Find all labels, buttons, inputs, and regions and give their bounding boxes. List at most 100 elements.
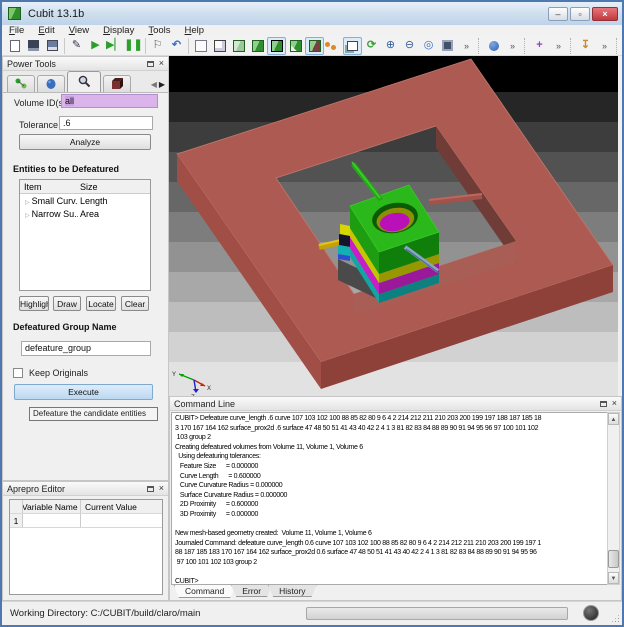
- boundary-overflow-chevron[interactable]: »: [595, 37, 614, 55]
- view-composite-icon[interactable]: [305, 37, 324, 55]
- menu-help[interactable]: Help: [178, 25, 212, 36]
- float-panel-icon[interactable]: [147, 486, 154, 492]
- view-wireframe-icon[interactable]: [191, 37, 210, 55]
- vertex-overflow-chevron[interactable]: »: [549, 37, 568, 55]
- tab-error[interactable]: Error: [231, 585, 272, 597]
- minimize-button[interactable]: –: [548, 7, 568, 21]
- draw-button[interactable]: Draw: [53, 296, 81, 311]
- entities-heading: Entities to be Defeatured: [13, 164, 119, 174]
- close-button[interactable]: ×: [592, 7, 618, 21]
- view-cutaway-icon[interactable]: [286, 37, 305, 55]
- tree-row-narrow-surfaces[interactable]: ▷Narrow Su... Area: [20, 207, 150, 220]
- scroll-up-icon[interactable]: ▲: [608, 413, 619, 425]
- tile-windows-icon[interactable]: [343, 37, 362, 55]
- tolerance-value: .6: [63, 118, 71, 128]
- float-panel-icon[interactable]: [600, 401, 607, 407]
- aprepro-row-1[interactable]: 1: [10, 514, 162, 528]
- resize-grip-icon[interactable]: [618, 621, 619, 622]
- tab-itm-wizard[interactable]: [103, 75, 131, 92]
- progress-bar: [306, 607, 568, 620]
- tab-scroll-left-icon[interactable]: ◀: [151, 80, 157, 89]
- tolerance-field[interactable]: .6: [59, 116, 153, 130]
- expander-icon[interactable]: ▷: [25, 213, 30, 219]
- save-icon[interactable]: [43, 37, 62, 55]
- axis-label-y: Y: [172, 372, 176, 378]
- view-transparent-icon[interactable]: [229, 37, 248, 55]
- view-shaded-edges-icon[interactable]: [267, 37, 286, 55]
- close-panel-icon[interactable]: ×: [159, 484, 164, 493]
- aprepro-table[interactable]: Variable Name Current Value 1: [9, 499, 163, 595]
- tab-scroll-right-icon[interactable]: ▶: [159, 80, 165, 89]
- refresh-graphics-icon[interactable]: ⟳: [362, 37, 381, 55]
- volume-ids-value: all: [65, 96, 74, 106]
- zoom-in-icon[interactable]: ⊕: [381, 37, 400, 55]
- open-journal-icon[interactable]: [24, 37, 43, 55]
- analyze-button[interactable]: Analyze: [19, 134, 151, 150]
- menu-edit[interactable]: Edit: [31, 25, 61, 36]
- keep-originals-checkbox[interactable]: [13, 368, 23, 378]
- axis-label-x: X: [207, 386, 211, 392]
- navigate-icon[interactable]: ◎: [419, 37, 438, 55]
- tab-command[interactable]: Command: [174, 585, 235, 598]
- aprepro-panel: Aprepro Editor × Variable Name Current V…: [2, 481, 169, 601]
- geometry-toolbar-icon[interactable]: [484, 37, 503, 55]
- green-rod: [352, 162, 381, 200]
- variable-name-cell[interactable]: [23, 514, 81, 527]
- menu-bar: File Edit View Display Tools Help: [2, 25, 622, 36]
- console-output[interactable]: CUBIT> Defeature curve_length .6 curve 1…: [171, 412, 608, 585]
- power-tools-header: Power Tools ×: [3, 57, 168, 71]
- clear-button[interactable]: Clear: [121, 296, 149, 311]
- close-panel-icon[interactable]: ×: [612, 399, 617, 408]
- view-hidden-line-icon[interactable]: [210, 37, 229, 55]
- tree-row-small-curves[interactable]: ▷Small Curv... Length: [20, 194, 150, 207]
- expander-icon[interactable]: ▷: [25, 200, 30, 206]
- flag-icon[interactable]: ⚐: [148, 37, 167, 55]
- interrupt-button[interactable]: [583, 605, 599, 621]
- tree-col-item[interactable]: Item: [20, 182, 78, 192]
- tab-geometry-power-tool[interactable]: [7, 75, 35, 92]
- boundary-toolbar-icon[interactable]: ↧: [576, 37, 595, 55]
- new-file-icon[interactable]: [5, 37, 24, 55]
- link-icon[interactable]: [324, 37, 343, 55]
- menu-view[interactable]: View: [62, 25, 96, 36]
- step-journal-icon[interactable]: ▶▏: [105, 37, 124, 55]
- maximize-button[interactable]: ▫: [570, 7, 590, 21]
- menu-file[interactable]: File: [2, 25, 31, 36]
- volume-ids-field[interactable]: all: [61, 94, 158, 108]
- play-journal-icon[interactable]: ▶: [86, 37, 105, 55]
- tab-mesh-power-tool[interactable]: [37, 75, 65, 92]
- pause-icon[interactable]: ❚❚: [124, 37, 143, 55]
- entities-tree[interactable]: Item Size ▷Small Curv... Length ▷Narrow …: [19, 179, 151, 291]
- toolbar-overflow-chevron[interactable]: »: [457, 37, 476, 55]
- main-toolbar: ✎ ▶ ▶▏ ❚❚ ⚐ ↶ ⟳ ⊕ ⊖ ◎ » » + » ↧ » ◀ »: [2, 36, 622, 56]
- row-number: 1: [10, 514, 23, 527]
- float-panel-icon[interactable]: [147, 61, 154, 67]
- scroll-down-icon[interactable]: ▼: [608, 572, 619, 584]
- geometry-overflow-chevron[interactable]: »: [503, 37, 522, 55]
- tab-history[interactable]: History: [268, 585, 316, 597]
- console-scrollbar[interactable]: ▲ ▼: [607, 412, 620, 585]
- tolerance-label: Tolerance: [19, 120, 58, 130]
- menu-display[interactable]: Display: [96, 25, 141, 36]
- scroll-thumb[interactable]: [608, 550, 619, 568]
- title-bar[interactable]: Cubit 13.1b – ▫ ×: [2, 2, 622, 25]
- undo-icon[interactable]: ↶: [167, 37, 186, 55]
- menu-tools[interactable]: Tools: [141, 25, 177, 36]
- journal-editor-icon[interactable]: ✎: [67, 37, 86, 55]
- close-panel-icon[interactable]: ×: [159, 59, 164, 68]
- current-value-cell[interactable]: [81, 514, 162, 527]
- tab-defeature-tool[interactable]: [67, 71, 101, 92]
- zoom-out-icon[interactable]: ⊖: [400, 37, 419, 55]
- view-smooth-shade-icon[interactable]: [248, 37, 267, 55]
- vertex-toolbar-icon[interactable]: +: [530, 37, 549, 55]
- snapshot-icon[interactable]: [438, 37, 457, 55]
- group-name-field[interactable]: defeature_group: [21, 341, 151, 356]
- execute-button[interactable]: Execute: [14, 384, 153, 400]
- locate-button[interactable]: Locate: [86, 296, 116, 311]
- aprepro-col-variable[interactable]: Variable Name: [23, 502, 78, 512]
- aprepro-col-value[interactable]: Current Value: [81, 500, 162, 513]
- tree-col-size[interactable]: Size: [78, 182, 150, 192]
- highlight-button[interactable]: Highlight: [19, 296, 49, 311]
- power-tools-title: Power Tools: [7, 59, 56, 69]
- graphics-viewport[interactable]: Y X Z: [169, 56, 618, 396]
